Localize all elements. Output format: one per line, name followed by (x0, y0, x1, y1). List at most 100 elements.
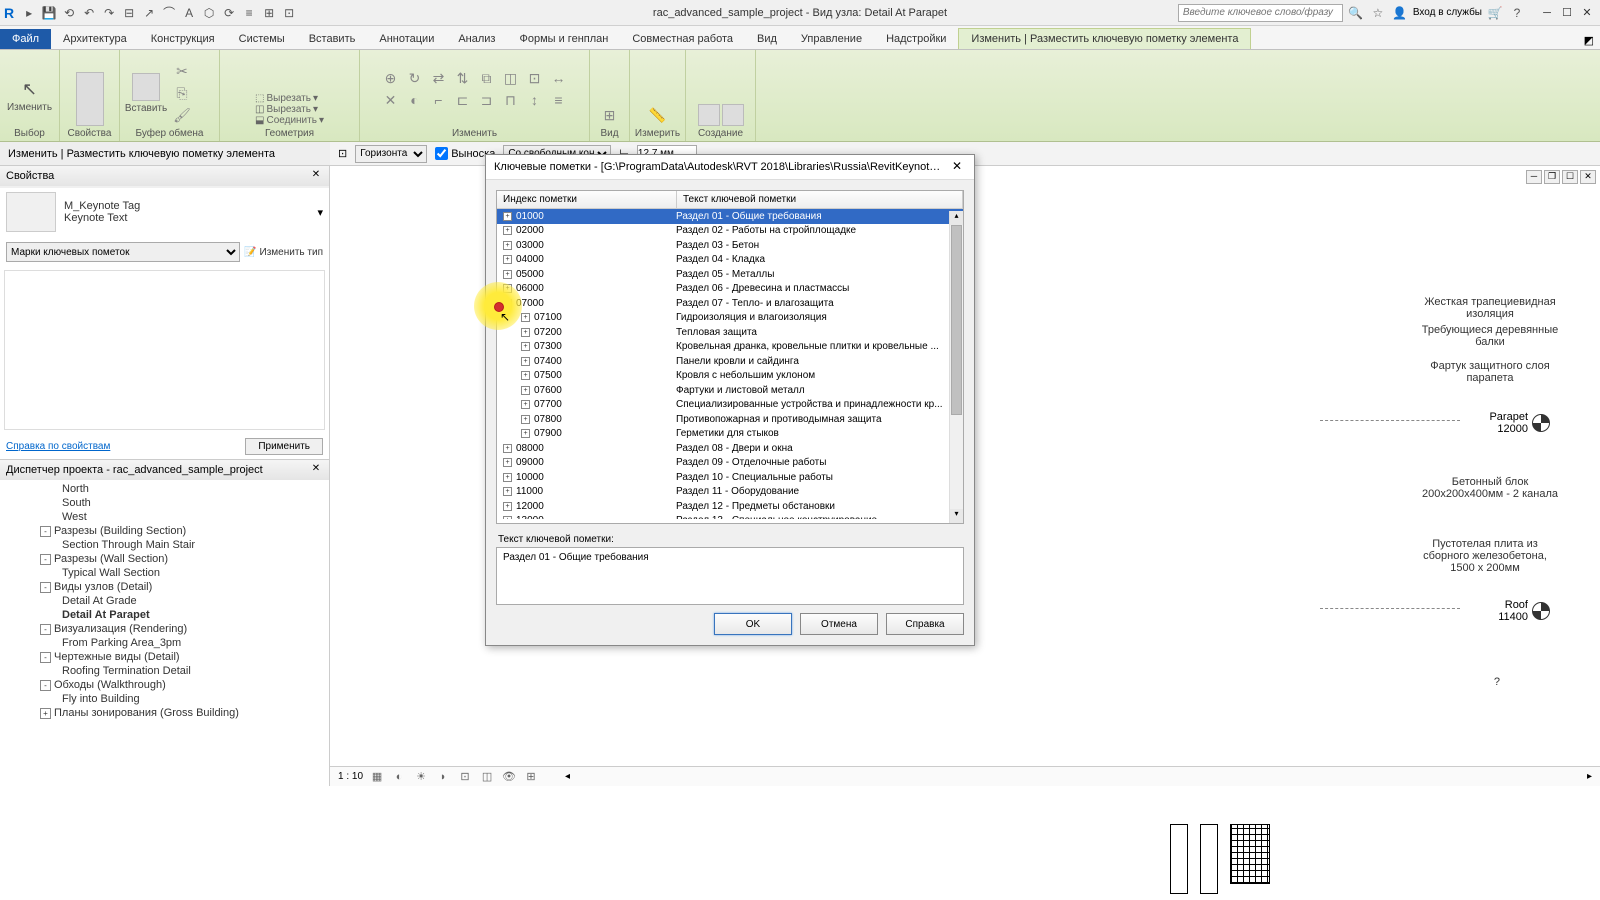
tree-item[interactable]: +Планы зонирования (Gross Building) (2, 706, 327, 720)
tool-icon[interactable]: ⊐ (475, 89, 499, 111)
tab-analyze[interactable]: Анализ (446, 29, 507, 49)
view-close-button[interactable]: ✕ (1580, 170, 1596, 184)
row-expander[interactable]: + (521, 429, 530, 438)
tool-icon[interactable]: ⊡ (523, 67, 547, 89)
keynote-row[interactable]: +11000Раздел 11 - Оборудование (497, 485, 963, 500)
row-expander[interactable]: + (503, 473, 512, 482)
row-expander[interactable]: + (521, 313, 530, 322)
tool-icon[interactable]: ◐ (403, 89, 427, 111)
tree-item[interactable]: Detail At Parapet (2, 608, 327, 622)
crop-region-icon[interactable]: ◫ (479, 769, 495, 785)
ribbon-collapse-button[interactable]: ◩ (1578, 32, 1600, 49)
tree-item[interactable]: West (2, 510, 327, 524)
row-expander[interactable]: + (503, 487, 512, 496)
keynote-tree[interactable]: Индекс пометки Текст ключевой пометки +0… (496, 190, 964, 524)
sync-icon[interactable]: ⟲ (60, 4, 78, 22)
keynote-row[interactable]: -07000Раздел 07 - Тепло- и влагозащита (497, 296, 963, 311)
tab-annotate[interactable]: Аннотации (367, 29, 446, 49)
row-expander[interactable]: + (521, 400, 530, 409)
keynote-row[interactable]: +05000Раздел 05 - Металлы (497, 267, 963, 282)
tree-item[interactable]: -Визуализация (Rendering) (2, 622, 327, 636)
row-expander[interactable]: + (503, 444, 512, 453)
keynote-row[interactable]: +04000Раздел 04 - Кладка (497, 253, 963, 268)
row-expander[interactable]: + (503, 255, 512, 264)
tool-icon[interactable]: ⊏ (451, 89, 475, 111)
cancel-button[interactable]: Отмена (800, 613, 878, 635)
tab-manage[interactable]: Управление (789, 29, 874, 49)
apply-button[interactable]: Применить (245, 438, 323, 455)
keynote-row[interactable]: +09000Раздел 09 - Отделочные работы (497, 456, 963, 471)
col-text-header[interactable]: Текст ключевой пометки (677, 191, 963, 208)
detail-level-icon[interactable]: ▦ (369, 769, 385, 785)
row-expander[interactable]: - (503, 299, 512, 308)
tab-file[interactable]: Файл (0, 29, 51, 49)
properties-close-button[interactable]: ✕ (309, 169, 323, 183)
view-min-button[interactable]: ─ (1526, 170, 1542, 184)
tab-insert[interactable]: Вставить (297, 29, 368, 49)
tree-item[interactable]: Fly into Building (2, 692, 327, 706)
row-expander[interactable]: + (503, 458, 512, 467)
view-restore-button[interactable]: ❐ (1544, 170, 1560, 184)
tab-systems[interactable]: Системы (227, 29, 297, 49)
keynote-row[interactable]: +02000Раздел 02 - Работы на стройплощадк… (497, 224, 963, 239)
tool-icon[interactable]: ✕ (379, 89, 403, 111)
dim-icon[interactable]: ⊟ (120, 4, 138, 22)
undo-icon[interactable]: ↶ (80, 4, 98, 22)
text-icon[interactable]: A (180, 4, 198, 22)
leader-checkbox-input[interactable] (435, 147, 448, 160)
scroll-thumb[interactable] (951, 225, 962, 415)
col-index-header[interactable]: Индекс пометки (497, 191, 677, 208)
hide-icon[interactable]: 👁 (501, 769, 517, 785)
minimize-button[interactable]: ─ (1538, 5, 1556, 21)
tree-item[interactable]: -Обходы (Walkthrough) (2, 678, 327, 692)
keynote-row[interactable]: +13000Раздел 13 - Специальное конструиро… (497, 514, 963, 520)
tool-icon[interactable]: ⊕ (379, 67, 403, 89)
sun-icon[interactable]: ☀ (413, 769, 429, 785)
tree-expander[interactable]: - (40, 554, 51, 565)
tree-scrollbar[interactable]: ▴ ▾ (949, 211, 963, 523)
visual-style-icon[interactable]: ◐ (391, 769, 407, 785)
copy-small-button[interactable]: ⎘ (170, 82, 194, 104)
stack-icon[interactable]: ⊡ (280, 4, 298, 22)
tree-item[interactable]: -Разрезы (Wall Section) (2, 552, 327, 566)
tree-item[interactable]: -Виды узлов (Detail) (2, 580, 327, 594)
align-icon[interactable]: ↗ (140, 4, 158, 22)
orientation-select[interactable]: Горизонта (355, 145, 427, 163)
tree-expander[interactable]: - (40, 526, 51, 537)
cart-icon[interactable]: 🛒 (1486, 4, 1504, 22)
keynote-row[interactable]: +07800Противопожарная и противодымная за… (497, 412, 963, 427)
tree-item[interactable]: From Parking Area_3pm (2, 636, 327, 650)
tool-icon[interactable]: ⇅ (451, 67, 475, 89)
row-expander[interactable]: + (503, 516, 512, 519)
tool-icon[interactable]: ↔ (547, 67, 571, 89)
instance-filter-select[interactable]: Марки ключевых пометок (6, 242, 240, 262)
type-dropdown-button[interactable]: ▾ (317, 206, 323, 219)
tree-expander[interactable]: - (40, 680, 51, 691)
maximize-button[interactable]: ☐ (1558, 5, 1576, 21)
redo-icon[interactable]: ↷ (100, 4, 118, 22)
keynote-row[interactable]: +10000Раздел 10 - Специальные работы (497, 470, 963, 485)
tool-icon[interactable]: ◫ (499, 67, 523, 89)
row-expander[interactable]: + (521, 415, 530, 424)
view-tool-icon[interactable]: ⊞ (598, 104, 622, 126)
tool-icon[interactable]: ↻ (403, 67, 427, 89)
tree-expander[interactable]: - (40, 652, 51, 663)
keynote-row[interactable]: +07100Гидроизоляция и влагоизоляция (497, 311, 963, 326)
obj-icon[interactable]: ⬡ (200, 4, 218, 22)
properties-help-link[interactable]: Справка по свойствам (6, 441, 110, 452)
tab-architecture[interactable]: Архитектура (51, 29, 139, 49)
tab-modify-context[interactable]: Изменить | Разместить ключевую пометку э… (958, 28, 1251, 49)
star-icon[interactable]: ☆ (1369, 4, 1387, 22)
save-icon[interactable]: 💾 (40, 4, 58, 22)
row-expander[interactable]: + (503, 270, 512, 279)
open-icon[interactable]: ▸ (20, 4, 38, 22)
signin-link[interactable]: Вход в службы (1413, 7, 1482, 18)
tab-view[interactable]: Вид (745, 29, 789, 49)
tool-icon[interactable]: ⌐ (427, 89, 451, 111)
user-icon[interactable]: 👤 (1391, 4, 1409, 22)
keynote-row[interactable]: +03000Раздел 03 - Бетон (497, 238, 963, 253)
tab-addins[interactable]: Надстройки (874, 29, 958, 49)
keynote-row[interactable]: +07600Фартуки и листовой металл (497, 383, 963, 398)
tree-item[interactable]: Typical Wall Section (2, 566, 327, 580)
create-tool-icon[interactable] (722, 104, 744, 126)
